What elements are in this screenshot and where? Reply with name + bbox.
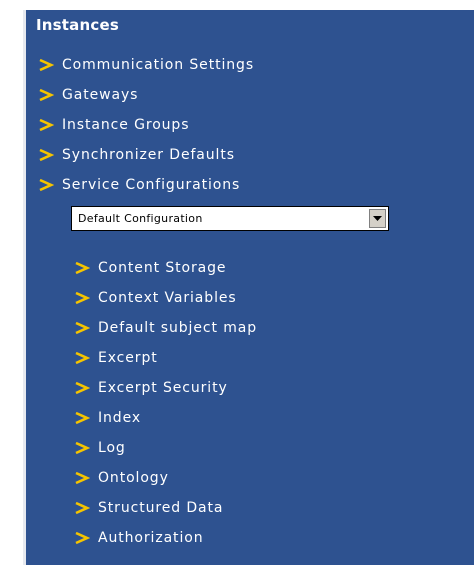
sub-item-label: Index: [98, 410, 142, 426]
sub-item-label: Structured Data: [98, 500, 224, 516]
chevron-right-icon: [74, 291, 90, 305]
chevron-right-icon: [74, 381, 90, 395]
nav-item-label: Gateways: [62, 87, 139, 103]
nav-item-gateways[interactable]: Gateways: [38, 84, 138, 106]
nav-item-label: Service Configurations: [62, 177, 241, 193]
sub-item-label: Log: [98, 440, 126, 456]
chevron-right-icon: [74, 441, 90, 455]
nav-item-label: Synchronizer Defaults: [62, 147, 235, 163]
sub-item-excerpt[interactable]: Excerpt: [74, 347, 158, 369]
instances-panel: Instances Communication Settings Gateway…: [23, 10, 474, 565]
sub-item-log[interactable]: Log: [74, 437, 126, 459]
sub-item-content-storage[interactable]: Content Storage: [74, 257, 226, 279]
chevron-right-icon: [74, 351, 90, 365]
configuration-select[interactable]: Default Configuration: [71, 206, 389, 231]
chevron-right-icon: [74, 471, 90, 485]
chevron-right-icon: [38, 178, 54, 192]
sub-item-label: Content Storage: [98, 260, 227, 276]
chevron-right-icon: [74, 321, 90, 335]
configuration-select-value: Default Configuration: [78, 212, 203, 225]
sub-item-index[interactable]: Index: [74, 407, 141, 429]
sub-item-structured-data[interactable]: Structured Data: [74, 497, 223, 519]
nav-item-communication-settings[interactable]: Communication Settings: [38, 54, 254, 76]
chevron-right-icon: [74, 531, 90, 545]
sub-item-ontology[interactable]: Ontology: [74, 467, 169, 489]
sub-item-context-variables[interactable]: Context Variables: [74, 287, 237, 309]
panel-title: Instances: [36, 16, 119, 34]
sub-item-label: Excerpt Security: [98, 380, 228, 396]
chevron-right-icon: [38, 148, 54, 162]
nav-item-service-configurations[interactable]: Service Configurations: [38, 174, 240, 196]
sub-item-label: Default subject map: [98, 320, 258, 336]
sub-item-label: Ontology: [98, 470, 169, 486]
chevron-right-icon: [74, 411, 90, 425]
sub-item-default-subject-map[interactable]: Default subject map: [74, 317, 257, 339]
chevron-right-icon: [74, 261, 90, 275]
nav-item-label: Communication Settings: [62, 57, 255, 73]
sub-item-label: Context Variables: [98, 290, 237, 306]
nav-item-label: Instance Groups: [62, 117, 190, 133]
dropdown-arrow-icon[interactable]: [369, 209, 386, 228]
sub-item-label: Excerpt: [98, 350, 158, 366]
chevron-right-icon: [38, 118, 54, 132]
nav-item-synchronizer-defaults[interactable]: Synchronizer Defaults: [38, 144, 235, 166]
chevron-right-icon: [38, 58, 54, 72]
chevron-right-icon: [74, 501, 90, 515]
sub-item-excerpt-security[interactable]: Excerpt Security: [74, 377, 228, 399]
sub-item-label: Authorization: [98, 530, 204, 546]
nav-item-instance-groups[interactable]: Instance Groups: [38, 114, 189, 136]
sub-item-authorization[interactable]: Authorization: [74, 527, 203, 549]
chevron-right-icon: [38, 88, 54, 102]
